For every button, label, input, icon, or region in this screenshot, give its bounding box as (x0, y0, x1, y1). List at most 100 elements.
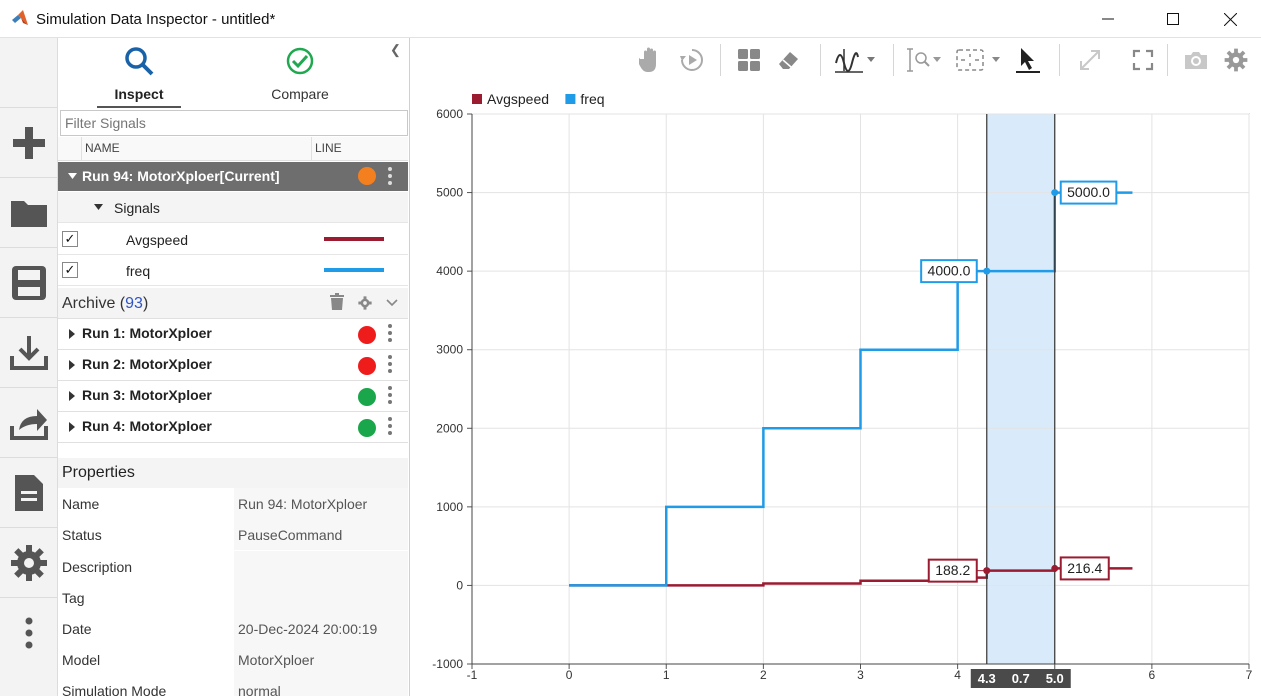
property-row: Simulation Mode normal (58, 675, 408, 696)
more-button[interactable] (0, 598, 58, 668)
fit-button[interactable] (953, 44, 1005, 76)
filter-signals-input[interactable] (60, 110, 408, 136)
cursor-icon (1016, 48, 1040, 73)
property-row: Date 20-Dec-2024 20:00:19 (58, 613, 408, 644)
trash-icon[interactable] (330, 293, 344, 311)
caret-right-icon (69, 360, 75, 370)
run-menu-icon[interactable] (388, 417, 392, 438)
archive-run-row[interactable]: Run 1: MotorXploer (58, 319, 408, 350)
archive-run-row[interactable]: Run 3: MotorXploer (58, 381, 408, 412)
zoom-button[interactable] (905, 44, 945, 76)
tab-inspect[interactable]: Inspect (79, 38, 199, 108)
cursor-delta-value: 0.7 (1012, 671, 1030, 686)
y-tick-label: 1000 (436, 500, 463, 514)
active-tab-indicator (97, 106, 181, 108)
property-row[interactable]: Description (58, 551, 408, 582)
run-label: Run 2: MotorXploer (82, 356, 212, 372)
chevron-down-icon[interactable] (386, 299, 398, 307)
plot-settings-button[interactable] (1221, 44, 1251, 76)
archive-header[interactable]: Archive (93) (58, 288, 408, 319)
properties-header: Properties (58, 458, 408, 488)
minimize-button[interactable] (1085, 0, 1131, 38)
signal-checkbox[interactable]: ✓ (62, 262, 78, 278)
run-color-dot[interactable] (358, 167, 376, 185)
export-button[interactable] (0, 388, 58, 458)
archive-run-row[interactable]: Run 4: MotorXploer (58, 412, 408, 443)
run-menu-icon[interactable] (388, 324, 392, 345)
column-header-line[interactable]: LINE (312, 137, 408, 161)
caret-right-icon (69, 391, 75, 401)
plot-area[interactable]: -101234567-10000100020003000400050006000… (411, 82, 1261, 696)
signals-group-row[interactable]: Signals (58, 192, 408, 223)
open-button[interactable] (0, 178, 58, 248)
collapse-panel-icon[interactable]: ❮ (390, 42, 401, 58)
signal-line-swatch[interactable] (324, 268, 384, 272)
x-tick-label: 1 (663, 668, 670, 682)
snapshot-icon (1185, 52, 1207, 69)
run-color-dot[interactable] (358, 419, 376, 437)
archive-run-row[interactable]: Run 2: MotorXploer (58, 350, 408, 381)
layout-button[interactable] (734, 44, 764, 76)
x-tick-label: -1 (467, 668, 478, 682)
report-button[interactable] (0, 458, 58, 528)
current-run-row[interactable]: Run 94: MotorXploer[Current] (58, 162, 408, 191)
fullscreen-button[interactable] (1128, 44, 1158, 76)
property-key: Status (62, 527, 102, 543)
rail-top-button[interactable] (0, 38, 58, 108)
current-run-label: Run 94: MotorXploer[Current] (82, 168, 280, 184)
legend-label: Avgspeed (487, 91, 549, 107)
fullscreen-icon (1132, 49, 1154, 71)
pan-button[interactable] (635, 44, 665, 76)
layout-icon (738, 49, 760, 71)
tab-compare[interactable]: Compare (240, 38, 360, 108)
column-header-name[interactable]: NAME (82, 137, 312, 161)
signal-row[interactable]: ✓ Avgspeed (58, 224, 408, 255)
cursor-button[interactable] (1013, 44, 1043, 76)
minimize-icon (1102, 18, 1114, 20)
run-label: Run 1: MotorXploer (82, 325, 212, 341)
run-color-dot[interactable] (358, 357, 376, 375)
legend-swatch (565, 94, 576, 104)
snapshot-button[interactable] (1181, 44, 1211, 76)
title-bar: Simulation Data Inspector - untitled* (0, 0, 1261, 38)
signal-format-button[interactable] (831, 44, 881, 76)
property-row: Name Run 94: MotorXploer (58, 488, 408, 519)
expand-icon (1080, 50, 1100, 70)
property-row[interactable]: Tag (58, 582, 408, 613)
run-color-dot[interactable] (358, 326, 376, 344)
replay-button[interactable] (677, 44, 707, 76)
expand-button[interactable] (1075, 44, 1105, 76)
run-color-dot[interactable] (358, 388, 376, 406)
y-tick-label: 3000 (436, 343, 463, 357)
save-button[interactable] (0, 248, 58, 318)
clear-button[interactable] (774, 44, 804, 76)
y-tick-label: 5000 (436, 186, 463, 200)
close-button[interactable] (1207, 0, 1253, 38)
gear-icon[interactable] (358, 296, 372, 310)
run-menu-icon[interactable] (388, 167, 392, 188)
maximize-button[interactable] (1150, 0, 1196, 38)
property-key: Simulation Mode (62, 683, 167, 696)
signal-checkbox[interactable]: ✓ (62, 231, 78, 247)
replay-icon (680, 49, 703, 71)
run-menu-icon[interactable] (388, 386, 392, 407)
window-title: Simulation Data Inspector - untitled* (36, 11, 276, 28)
signal-row[interactable]: ✓ freq (58, 255, 408, 286)
caret-down-icon (94, 204, 103, 210)
x-tick-label: 2 (760, 668, 767, 682)
property-value: PauseCommand (238, 527, 343, 543)
matlab-logo-icon (12, 10, 28, 25)
run-label: Run 4: MotorXploer (82, 418, 212, 434)
signal-line-swatch[interactable] (324, 237, 384, 241)
zoom-icon (907, 48, 941, 72)
property-key: Model (62, 652, 101, 668)
caret-right-icon (69, 329, 75, 339)
plot-toolbar (411, 38, 1261, 82)
new-button[interactable] (0, 108, 58, 178)
signal-plot[interactable]: -101234567-10000100020003000400050006000… (411, 82, 1261, 696)
settings-button[interactable] (0, 528, 58, 598)
archive-label: Archive (93) (62, 295, 149, 312)
import-button[interactable] (0, 318, 58, 388)
run-menu-icon[interactable] (388, 355, 392, 376)
y-tick-label: 2000 (436, 421, 463, 435)
